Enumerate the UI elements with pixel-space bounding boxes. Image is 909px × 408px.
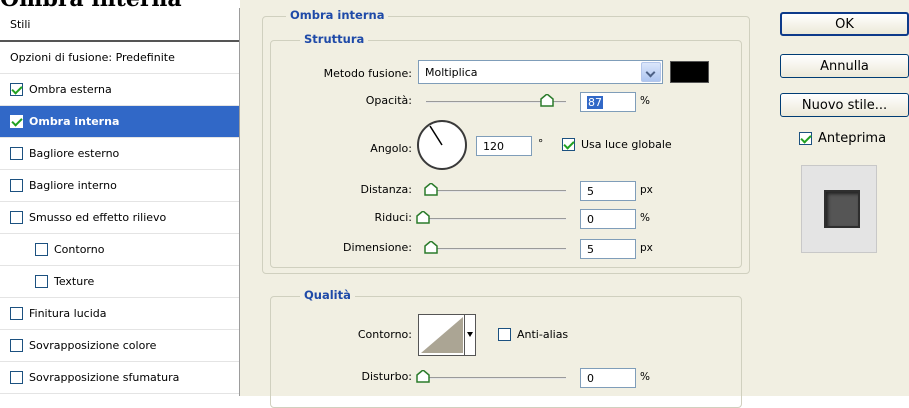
size-value: 5 [587,243,594,256]
style-item-label: Ombra interna [29,115,120,128]
angle-input[interactable]: 120 [476,136,532,156]
styles-list: Stili Opzioni di fusione: Predefinite Om… [0,8,240,396]
style-item-label: Finitura lucida [29,307,107,320]
blend-mode-value: Moltiplica [425,66,478,79]
style-item-gradient-overlay[interactable]: Sovrapposizione sfumatura [0,362,239,394]
preview-label: Anteprima [818,131,887,146]
drop-shadow-checkbox[interactable] [10,83,23,96]
style-item-inner-shadow[interactable]: Ombra interna [0,106,239,138]
color-overlay-checkbox[interactable] [10,339,23,352]
noise-slider-thumb[interactable] [416,370,430,383]
noise-input[interactable]: 0 [580,368,636,388]
gradient-overlay-checkbox[interactable] [10,371,23,384]
contour-checkbox[interactable] [35,243,48,256]
shadow-color-swatch[interactable] [670,61,709,83]
angle-dial-icon[interactable] [416,119,468,171]
contour-picker[interactable] [418,314,476,356]
style-item-texture[interactable]: Texture [0,266,239,298]
style-item-label: Sovrapposizione colore [29,339,157,352]
choke-label: Riduci: [374,211,412,224]
size-input[interactable]: 5 [580,239,636,259]
distance-slider-thumb[interactable] [424,183,438,196]
size-label: Dimensione: [343,241,412,254]
distance-value: 5 [587,185,594,198]
quality-group-title: Qualità [300,288,355,302]
anti-alias-label: Anti-alias [517,328,569,341]
opacity-input[interactable]: 87 [580,92,636,112]
style-item-label: Smusso ed effetto rilievo [29,211,167,224]
blend-mode-label: Metodo fusione: [323,67,412,80]
bevel-emboss-checkbox[interactable] [10,211,23,224]
choke-slider-thumb[interactable] [416,211,430,224]
style-item-label: Sovrapposizione sfumatura [29,371,180,384]
styles-header-label: Stili [10,17,31,31]
choke-slider-track[interactable] [426,218,566,220]
cancel-button[interactable]: Annulla [780,54,909,78]
style-item-drop-shadow[interactable]: Ombra esterna [0,74,239,106]
inner-shadow-checkbox[interactable] [10,115,23,128]
size-slider-thumb[interactable] [424,241,438,254]
preview-checkbox[interactable]: Anteprima [799,131,886,146]
new-style-button[interactable]: Nuovo stile... [780,93,909,117]
style-item-label: Opzioni di fusione: Predefinite [10,51,175,64]
styles-header[interactable]: Stili [0,8,239,42]
opacity-unit: % [640,95,650,107]
outer-glow-checkbox[interactable] [10,147,23,160]
opacity-label: Opacità: [365,94,412,107]
style-item-label: Bagliore esterno [29,147,120,160]
inner-shadow-settings: Ombra interna Struttura Metodo fusione: … [240,0,755,408]
noise-label: Disturbo: [361,370,412,383]
noise-slider-track[interactable] [426,377,566,379]
blend-mode-select[interactable]: Moltiplica [418,60,663,84]
angle-value: 120 [483,140,504,153]
style-item-satin[interactable]: Finitura lucida [0,298,239,330]
opacity-value: 87 [587,96,603,109]
chevron-down-icon[interactable] [641,62,661,82]
style-item-bevel-emboss[interactable]: Smusso ed effetto rilievo [0,202,239,234]
caret-down-icon [467,332,473,337]
distance-label: Distanza: [360,183,412,196]
size-unit: px [640,242,653,254]
style-item-contour[interactable]: Contorno [0,234,239,266]
contour-dropdown-button[interactable] [464,315,475,355]
contour-preview-icon [421,317,463,353]
style-item-color-overlay[interactable]: Sovrapposizione colore [0,330,239,362]
style-item-inner-glow[interactable]: Bagliore interno [0,170,239,202]
inner-glow-checkbox[interactable] [10,179,23,192]
inner-shadow-group-title: Ombra interna [286,8,389,22]
preview-check-icon[interactable] [799,132,812,145]
style-preview-swatch [824,190,860,228]
distance-unit: px [640,184,653,196]
angle-unit: ° [538,138,544,150]
satin-checkbox[interactable] [10,307,23,320]
style-item-blending-options[interactable]: Opzioni di fusione: Predefinite [0,42,239,74]
angle-label: Angolo: [370,142,412,155]
ok-button[interactable]: OK [780,12,909,36]
dialog-actions: OK Annulla Nuovo stile... Anteprima [755,0,909,396]
noise-unit: % [640,371,650,383]
style-item-label: Texture [54,275,95,288]
texture-checkbox[interactable] [35,275,48,288]
opacity-slider-thumb[interactable] [540,94,554,107]
distance-input[interactable]: 5 [580,181,636,201]
use-global-light-label: Usa luce globale [581,138,672,151]
anti-alias-check-icon[interactable] [498,328,511,341]
anti-alias-checkbox[interactable]: Anti-alias [498,328,568,341]
choke-input[interactable]: 0 [580,209,636,229]
style-item-outer-glow[interactable]: Bagliore esterno [0,138,239,170]
distance-slider-track[interactable] [426,190,566,192]
structure-group-title: Struttura [300,32,369,46]
use-global-light-check-icon[interactable] [562,138,575,151]
style-item-label: Bagliore interno [29,179,117,192]
style-item-label: Ombra esterna [29,83,112,96]
choke-value: 0 [587,213,594,226]
noise-value: 0 [587,372,594,385]
style-item-label: Contorno [54,243,105,256]
size-slider-track[interactable] [426,248,566,250]
use-global-light-checkbox[interactable]: Usa luce globale [562,138,672,151]
contour-label: Contorno: [357,328,412,341]
style-preview [801,165,877,253]
choke-unit: % [640,212,650,224]
quality-group [270,296,742,408]
